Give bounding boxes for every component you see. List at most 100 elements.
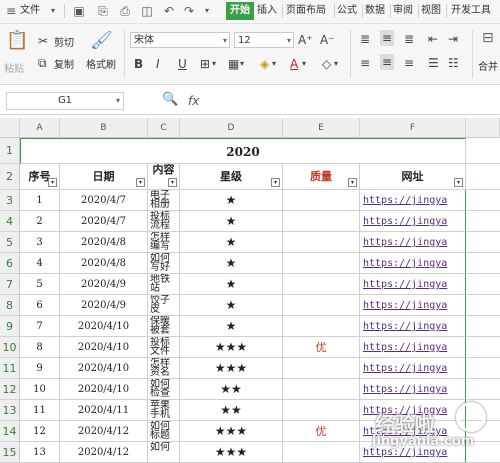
copy-icon[interactable]: ⧉ [38, 56, 47, 70]
italic-button[interactable]: I [156, 57, 160, 71]
scissors-icon[interactable]: ✂ [38, 34, 48, 48]
cell-date[interactable]: 2020/4/8 [60, 232, 148, 253]
empty-cell[interactable] [466, 138, 500, 164]
cell-stars[interactable]: ★ [180, 211, 283, 232]
cell-quality[interactable]: 优 [283, 421, 360, 442]
row-header[interactable]: 3 [0, 190, 20, 211]
cell-stars[interactable]: ★ [180, 190, 283, 211]
merge-icon[interactable]: ⊟ [482, 30, 494, 46]
cell-stars[interactable]: ★ [180, 253, 283, 274]
cell-date[interactable]: 2020/4/10 [60, 337, 148, 358]
cell-quality[interactable] [283, 253, 360, 274]
filter-dropdown-icon[interactable]: ▾ [348, 178, 357, 187]
cell-num[interactable]: 6 [20, 295, 60, 316]
cell-num[interactable]: 5 [20, 274, 60, 295]
undo-icon[interactable]: ↶ [162, 4, 176, 18]
cell-num[interactable]: 1 [20, 190, 60, 211]
formula-input[interactable] [210, 92, 496, 110]
tab-home[interactable]: 开始 [226, 2, 254, 20]
cell-quality[interactable] [283, 211, 360, 232]
tab-insert[interactable]: 插入 [257, 3, 277, 19]
print-preview-icon[interactable]: ◫ [140, 4, 154, 18]
chevron-down-icon[interactable]: ▾ [272, 57, 276, 71]
align-center-icon[interactable]: ≡ [380, 54, 395, 70]
cell-url-link[interactable]: https://jingya [360, 295, 466, 316]
paste-button[interactable]: 粘贴 [4, 60, 24, 75]
cell-url-link[interactable]: https://jingya [360, 379, 466, 400]
eraser-icon[interactable]: ◇ [322, 57, 331, 71]
cell-url-link[interactable]: https://jingya [360, 190, 466, 211]
cell-num[interactable]: 9 [20, 358, 60, 379]
align-middle-icon[interactable]: ≡ [380, 30, 395, 46]
tab-view[interactable]: 视图 [421, 3, 441, 19]
cell-content[interactable]: 怎样资名 [148, 358, 180, 379]
cell-stars[interactable]: ★★ [180, 400, 283, 421]
cell-stars[interactable]: ★★★ [180, 421, 283, 442]
cell-quality[interactable] [283, 190, 360, 211]
row-header[interactable]: 9 [0, 316, 20, 337]
row-header[interactable]: 11 [0, 358, 20, 379]
row-header[interactable]: 7 [0, 274, 20, 295]
header-cell[interactable]: 序号 ▾ [20, 164, 60, 190]
empty-cell[interactable] [466, 274, 500, 295]
column-header-e[interactable]: E [283, 118, 360, 138]
cell-num[interactable]: 11 [20, 400, 60, 421]
cell-content[interactable]: 保暖被套 [148, 316, 180, 337]
filter-dropdown-icon[interactable]: ▾ [136, 178, 145, 187]
more-icon[interactable]: ▾ [200, 4, 214, 18]
print-icon[interactable]: ⎙ [118, 4, 132, 18]
chevron-down-icon[interactable]: ▾ [302, 57, 306, 71]
cell-num[interactable]: 4 [20, 253, 60, 274]
row-header[interactable]: 14 [0, 421, 20, 442]
copy-button[interactable]: 复制 [54, 56, 74, 71]
row-header[interactable]: 2 [0, 164, 20, 190]
cell-url-link[interactable]: https://jingya [360, 253, 466, 274]
cell-quality[interactable] [283, 379, 360, 400]
row-header[interactable]: 13 [0, 400, 20, 421]
empty-cell[interactable] [466, 316, 500, 337]
empty-cell[interactable] [466, 295, 500, 316]
chevron-down-icon[interactable]: ▾ [46, 4, 60, 18]
cell-url-link[interactable]: https://jingya [360, 316, 466, 337]
cut-button[interactable]: 剪切 [54, 34, 74, 49]
row-header[interactable]: 6 [0, 253, 20, 274]
cell-date[interactable]: 2020/4/10 [60, 358, 148, 379]
chevron-down-icon[interactable]: ▾ [212, 57, 216, 71]
column-header-b[interactable]: B [60, 118, 148, 138]
cell-date[interactable]: 2020/4/11 [60, 400, 148, 421]
name-box[interactable]: G1 ▾ [6, 92, 124, 110]
cell-content[interactable]: 如何检查 [148, 379, 180, 400]
filter-dropdown-icon[interactable]: ▾ [271, 178, 280, 187]
cell-num[interactable]: 13 [20, 442, 60, 463]
border-icon[interactable]: ⊞ [200, 57, 210, 71]
empty-cell[interactable] [466, 232, 500, 253]
cell-quality[interactable] [283, 400, 360, 421]
cell-content[interactable]: 地铁站 [148, 274, 180, 295]
cell-date[interactable]: 2020/4/12 [60, 442, 148, 463]
fx-button[interactable]: fx [188, 94, 199, 108]
cell-num[interactable]: 12 [20, 421, 60, 442]
cell-date[interactable]: 2020/4/8 [60, 253, 148, 274]
row-header[interactable]: 5 [0, 232, 20, 253]
filter-dropdown-icon[interactable]: ▾ [168, 178, 177, 187]
cell-url-link[interactable]: https://jingya [360, 274, 466, 295]
paste-icon[interactable]: 📋 [6, 30, 28, 51]
column-header-g[interactable] [466, 118, 500, 138]
underline-button[interactable]: U [178, 57, 187, 71]
increase-font-icon[interactable]: A⁺ [298, 33, 313, 47]
row-header[interactable]: 8 [0, 295, 20, 316]
cell-quality[interactable] [283, 358, 360, 379]
chevron-down-icon[interactable]: ▾ [240, 57, 244, 71]
export-icon[interactable]: ⎘ [96, 4, 110, 18]
fill-color-icon[interactable]: ◈ [260, 57, 269, 71]
sheet-title[interactable]: 2020 [20, 138, 466, 164]
cell-date[interactable]: 2020/4/10 [60, 379, 148, 400]
cell-quality[interactable] [283, 274, 360, 295]
row-header[interactable]: 1 [0, 138, 20, 164]
empty-cell[interactable] [466, 253, 500, 274]
justify-icon[interactable]: ☰ [428, 56, 439, 70]
column-header-c[interactable]: C [148, 118, 180, 138]
cell-quality[interactable]: 优 [283, 337, 360, 358]
tab-data[interactable]: 数据 [365, 3, 385, 19]
decrease-indent-icon[interactable]: ⇤ [428, 32, 438, 46]
